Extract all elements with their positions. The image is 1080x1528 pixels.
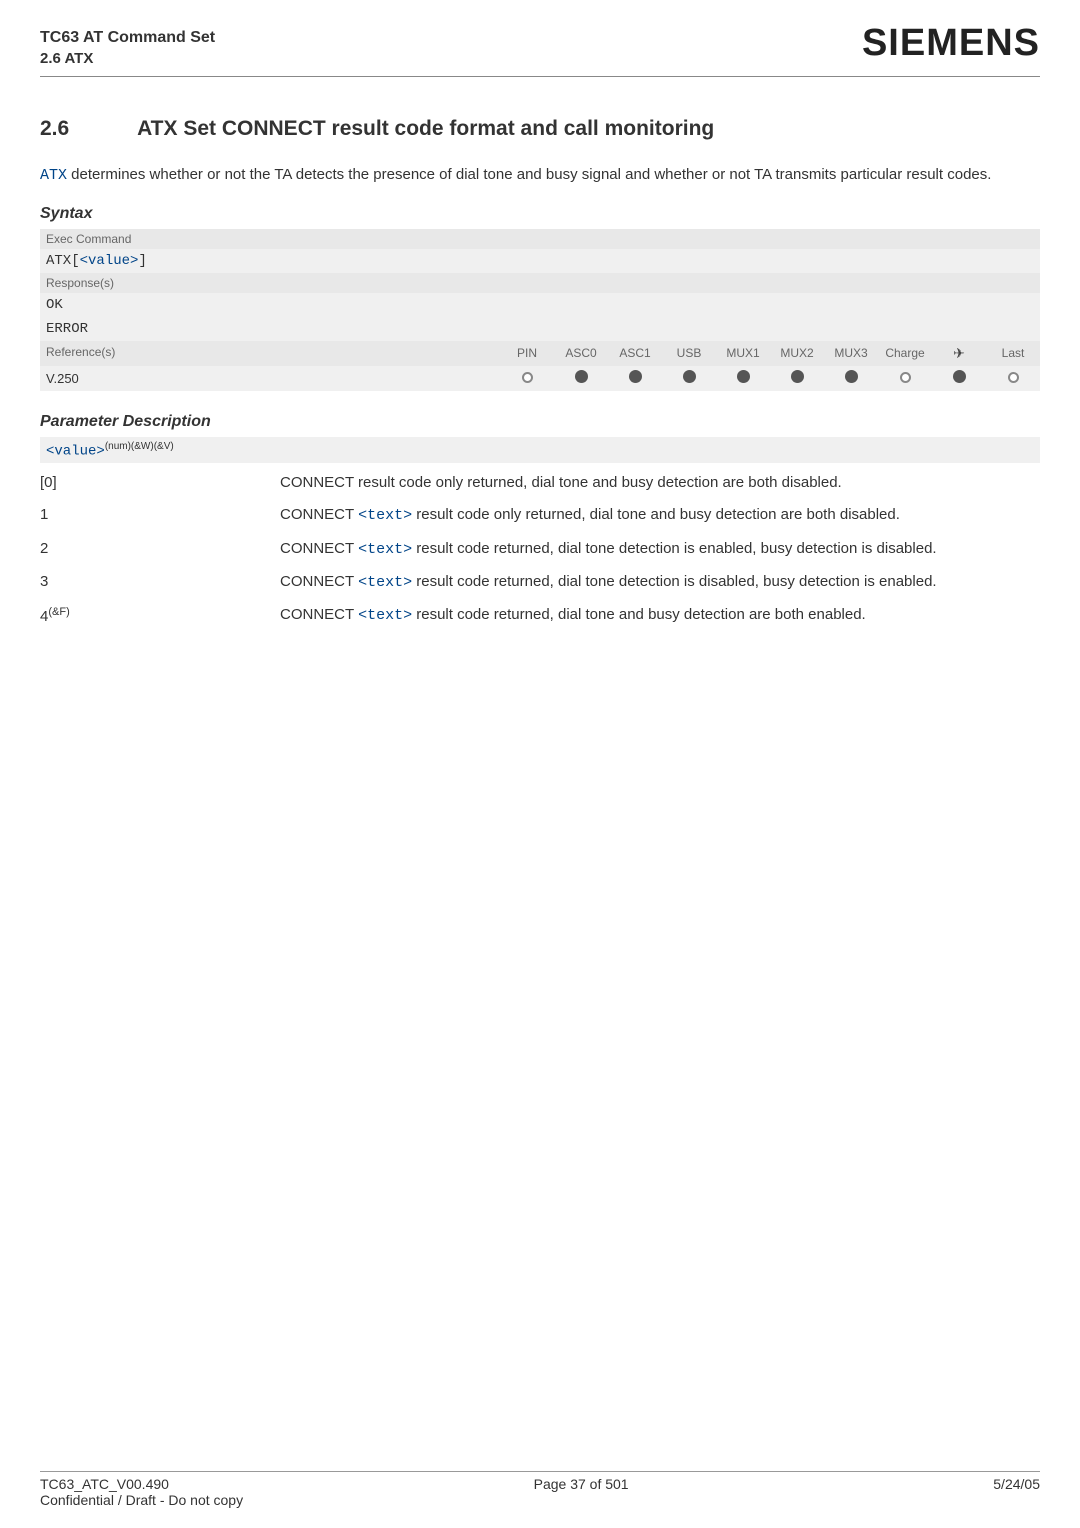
- header-divider: [40, 76, 1040, 77]
- param-table: [0] CONNECT result code only returned, d…: [40, 467, 1040, 633]
- reference-value-row: V.250: [40, 366, 1040, 391]
- param-sup: (num)(&W)(&V): [105, 441, 174, 452]
- dot-mux3: [824, 370, 878, 386]
- col-mux3: MUX3: [824, 342, 878, 364]
- param-row-0: [0] CONNECT result code only returned, d…: [40, 467, 1040, 499]
- footer-divider: [40, 1471, 1040, 1472]
- section-title: 2.6 ATX Set CONNECT result code format a…: [40, 117, 1040, 141]
- param-name: <value>: [46, 443, 105, 459]
- col-asc0: ASC0: [554, 342, 608, 364]
- siemens-logo: SIEMENS: [862, 22, 1040, 65]
- airplane-icon: ✈: [932, 341, 986, 366]
- dot-asc1: [608, 370, 662, 386]
- param-key-1: 1: [40, 499, 280, 532]
- param-header: <value>(num)(&W)(&V): [40, 437, 1040, 464]
- footer-left: TC63_ATC_V00.490: [40, 1476, 169, 1492]
- syntax-block: Exec Command ATX[<value>] Response(s) OK…: [40, 229, 1040, 391]
- param-desc-2: CONNECT <text> result code returned, dia…: [280, 533, 1040, 566]
- exec-command-code: ATX[<value>]: [40, 249, 1040, 273]
- param-desc-3: CONNECT <text> result code returned, dia…: [280, 566, 1040, 599]
- param-key-4: 4(&F): [40, 599, 280, 633]
- param-desc-0: CONNECT result code only returned, dial …: [280, 467, 1040, 499]
- filled-circle-icon: [791, 370, 804, 383]
- reference-header-row: Reference(s) PIN ASC0 ASC1 USB MUX1 MUX2…: [40, 341, 1040, 366]
- dot-mux2: [770, 370, 824, 386]
- reference-value: V.250: [40, 366, 500, 391]
- exec-value-link[interactable]: <value>: [80, 253, 139, 269]
- exec-prefix: ATX: [46, 253, 71, 269]
- page-header: TC63 AT Command Set 2.6 ATX SIEMENS: [40, 28, 1040, 68]
- param-row-1: 1 CONNECT <text> result code only return…: [40, 499, 1040, 532]
- text-link[interactable]: <text>: [358, 541, 412, 558]
- doc-subsection: 2.6 ATX: [40, 49, 215, 69]
- param-row-2: 2 CONNECT <text> result code returned, d…: [40, 533, 1040, 566]
- exec-command-label: Exec Command: [40, 229, 1040, 249]
- intro-paragraph: ATX determines whether or not the TA det…: [40, 165, 1040, 186]
- col-last: Last: [986, 342, 1040, 364]
- param-row-4: 4(&F) CONNECT <text> result code returne…: [40, 599, 1040, 633]
- filled-circle-icon: [575, 370, 588, 383]
- param-key-2: 2: [40, 533, 280, 566]
- filled-circle-icon: [953, 370, 966, 383]
- text-link[interactable]: <text>: [358, 507, 412, 524]
- footer-confidential: Confidential / Draft - Do not copy: [40, 1492, 1040, 1508]
- intro-text: determines whether or not the TA detects…: [67, 166, 991, 183]
- section-heading: ATX Set CONNECT result code format and c…: [137, 117, 714, 140]
- header-left: TC63 AT Command Set 2.6 ATX: [40, 28, 215, 68]
- filled-circle-icon: [683, 370, 696, 383]
- doc-title: TC63 AT Command Set: [40, 29, 215, 46]
- dot-asc0: [554, 370, 608, 386]
- footer-center: Page 37 of 501: [534, 1476, 629, 1492]
- reference-columns: PIN ASC0 ASC1 USB MUX1 MUX2 MUX3 Charge …: [500, 341, 1040, 366]
- text-link[interactable]: <text>: [358, 607, 412, 624]
- text-link[interactable]: <text>: [358, 574, 412, 591]
- param-desc-1: CONNECT <text> result code only returned…: [280, 499, 1040, 532]
- filled-circle-icon: [629, 370, 642, 383]
- open-circle-icon: [1008, 372, 1019, 383]
- param-desc-heading: Parameter Description: [40, 413, 1040, 431]
- dot-usb: [662, 370, 716, 386]
- footer-right: 5/24/05: [993, 1476, 1040, 1492]
- syntax-heading: Syntax: [40, 205, 1040, 223]
- response-error: ERROR: [40, 317, 1040, 341]
- col-asc1: ASC1: [608, 342, 662, 364]
- page-footer: TC63_ATC_V00.490 Page 37 of 501 5/24/05 …: [40, 1464, 1040, 1508]
- filled-circle-icon: [737, 370, 750, 383]
- col-charge: Charge: [878, 342, 932, 364]
- atx-command-ref[interactable]: ATX: [40, 167, 67, 184]
- col-mux2: MUX2: [770, 342, 824, 364]
- dot-plane: [932, 370, 986, 386]
- param-desc-4: CONNECT <text> result code returned, dia…: [280, 599, 1040, 633]
- param-row-3: 3 CONNECT <text> result code returned, d…: [40, 566, 1040, 599]
- param-key-3: 3: [40, 566, 280, 599]
- dot-last: [986, 371, 1040, 386]
- section-number: 2.6: [40, 117, 132, 141]
- dot-pin: [500, 371, 554, 386]
- reference-dots: [500, 366, 1040, 391]
- references-label: Reference(s): [40, 341, 500, 366]
- response-ok: OK: [40, 293, 1040, 317]
- col-usb: USB: [662, 342, 716, 364]
- dot-mux1: [716, 370, 770, 386]
- response-label: Response(s): [40, 273, 1040, 293]
- filled-circle-icon: [845, 370, 858, 383]
- dot-charge: [878, 371, 932, 386]
- open-circle-icon: [900, 372, 911, 383]
- col-pin: PIN: [500, 342, 554, 364]
- open-circle-icon: [522, 372, 533, 383]
- param-key-0: [0]: [40, 467, 280, 499]
- col-mux1: MUX1: [716, 342, 770, 364]
